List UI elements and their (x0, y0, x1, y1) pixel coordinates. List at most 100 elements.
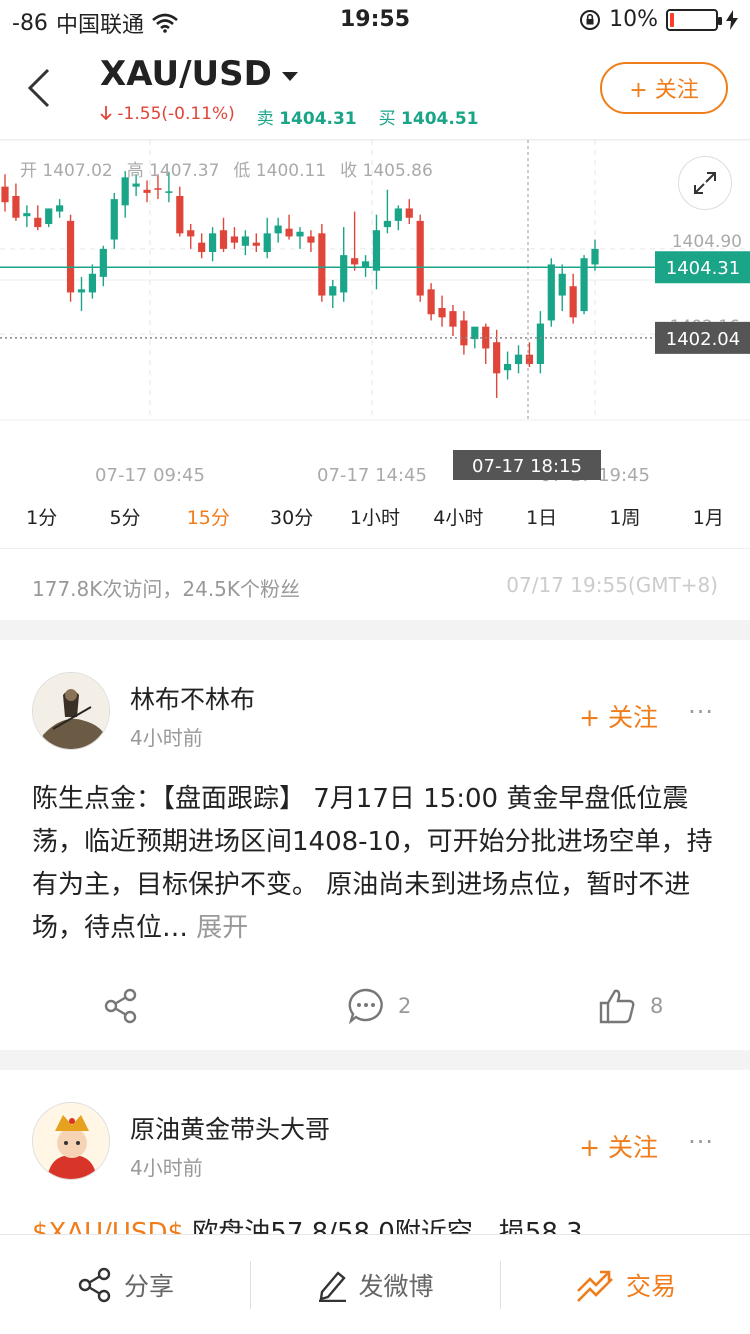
period-tab[interactable]: 1周 (583, 500, 666, 548)
candle-body (547, 264, 555, 321)
buy-price: 1404.51 (401, 109, 479, 129)
candle-body (351, 258, 359, 265)
post-body[interactable]: 陈生点金：【盘面跟踪】 7月17日 15:00 黄金早盘低位震荡，临近预期进场区… (32, 778, 722, 950)
avatar[interactable] (32, 1102, 110, 1180)
period-tab[interactable]: 15分 (167, 500, 250, 548)
symbol-title: XAU/USD (100, 54, 272, 94)
like-action[interactable]: 8 (598, 988, 663, 1024)
comment-icon (348, 988, 383, 1024)
candle-body (99, 248, 107, 277)
thumbs-up-icon (599, 989, 635, 1024)
open-value: 开 1407.02 (20, 161, 113, 181)
period-tab[interactable]: 5分 (83, 500, 166, 548)
expand-icon (694, 172, 716, 194)
candle-body (187, 230, 195, 237)
symbol-selector[interactable]: XAU/USD (100, 54, 298, 94)
candle-body (12, 196, 20, 218)
crosshair-price-label: 1402.04 (666, 329, 740, 350)
candle-body (198, 242, 206, 252)
post-text: 陈生点金：【盘面跟踪】 7月17日 15:00 黄金早盘低位震荡，临近预期进场区… (32, 784, 713, 943)
trade-button[interactable]: 交易 (500, 1235, 750, 1334)
sell-quote: 卖 1404.31 (257, 104, 357, 129)
battery-percent: 10% (609, 7, 658, 32)
back-icon[interactable] (22, 66, 58, 110)
period-tab[interactable]: 1小时 (333, 500, 416, 548)
price-tick-label: 1404.90 (672, 232, 742, 252)
candle-body (285, 228, 293, 237)
period-tab[interactable]: 1日 (500, 500, 583, 548)
pencil-icon (319, 1270, 347, 1302)
candle-body (23, 213, 31, 217)
status-right: 10% (579, 7, 738, 32)
author-name[interactable]: 林布不林布 (130, 680, 255, 716)
stats-timestamp: 07/17 19:55(GMT+8) (506, 573, 718, 597)
section-divider (0, 1050, 750, 1070)
candle-body (154, 188, 162, 190)
time-tick-label: 07-17 09:45 (95, 465, 205, 486)
candle-body (405, 208, 413, 218)
candle-body (56, 205, 64, 212)
weibo-label: 发微博 (358, 1271, 434, 1301)
more-options-button[interactable]: ··· (688, 1128, 714, 1156)
period-tab[interactable]: 1月 (667, 500, 750, 548)
candle-body (241, 236, 249, 246)
share-action[interactable] (102, 988, 140, 1024)
comment-action[interactable]: 2 (348, 988, 411, 1024)
candle-body (449, 311, 457, 327)
post-time: 4小时前 (130, 1156, 203, 1180)
symbol-tag[interactable]: $XAU/USD$ (32, 1218, 184, 1234)
price-change-text: -1.55(-0.11%) (117, 104, 235, 124)
rotation-lock-icon (580, 9, 601, 30)
post-weibo-button[interactable]: 发微博 (250, 1235, 500, 1334)
follow-button[interactable]: + 关注 (600, 62, 728, 114)
candle-body (88, 273, 97, 293)
candlestick-chart[interactable]: 1404.901402.161404.311402.0407-17 09:450… (0, 140, 750, 500)
candle-body (318, 233, 326, 296)
candle-body (1, 186, 9, 203)
more-options-button[interactable]: ··· (688, 698, 714, 726)
sell-price: 1404.31 (279, 109, 357, 129)
dropdown-caret-icon (281, 71, 298, 81)
candle-body (176, 196, 184, 234)
candle-body (372, 230, 381, 271)
post-card: 林布不林布 4小时前 + 关注 ··· 陈生点金：【盘面跟踪】 7月17日 15… (0, 640, 750, 1050)
down-arrow-icon (100, 106, 112, 121)
candle-body (165, 191, 173, 193)
period-tab[interactable]: 1分 (0, 500, 83, 548)
candle-body (591, 248, 599, 265)
candle-body (132, 183, 140, 187)
post-card: 原油黄金带头大哥 4小时前 + 关注 ··· $XAU/USD$ 欧盘油57.8… (0, 1070, 750, 1234)
candle-body (416, 220, 424, 296)
share-button[interactable]: 分享 (0, 1235, 250, 1334)
follow-author-button[interactable]: + 关注 (579, 1128, 658, 1164)
author-name[interactable]: 原油黄金带头大哥 (130, 1110, 330, 1146)
candle-body (580, 258, 588, 312)
follow-author-button[interactable]: + 关注 (579, 698, 658, 734)
candle-body (514, 354, 523, 364)
share-label: 分享 (123, 1271, 174, 1301)
candle-body (525, 354, 534, 364)
close-value: 收 1405.86 (340, 161, 433, 181)
period-tab[interactable]: 4小时 (417, 500, 500, 548)
low-value: 低 1400.11 (233, 161, 327, 181)
post-teaser[interactable]: $XAU/USD$ 欧盘油57.8/58.0附近空，损58.3 (32, 1212, 583, 1234)
avatar[interactable] (32, 672, 110, 750)
period-tabs: 1分 5分 15分 30分 1小时 4小时 1日 1周 1月 (0, 500, 750, 548)
charging-icon (726, 9, 738, 30)
share-icon (78, 1267, 111, 1302)
post-text: 欧盘油57.8/58.0附近空，损58.3 (184, 1218, 583, 1234)
current-price-label: 1404.31 (666, 258, 740, 279)
candle-body (296, 231, 304, 237)
candle-body (383, 220, 392, 228)
candle-body (329, 286, 337, 296)
candle-body (427, 289, 435, 315)
quote-row: -1.55(-0.11%) 卖 1404.31 买 1404.51 (100, 104, 478, 129)
candle-body (503, 364, 512, 371)
fullscreen-button[interactable] (678, 156, 732, 210)
visits-fans: 177.8K次访问，24.5K个粉丝 (32, 577, 301, 601)
battery-fill (670, 12, 675, 27)
candle-body (121, 177, 129, 206)
header: XAU/USD -1.55(-0.11%) 卖 1404.31 买 1404.5… (0, 40, 750, 140)
expand-link[interactable]: 展开 (196, 913, 248, 943)
period-tab[interactable]: 30分 (250, 500, 333, 548)
